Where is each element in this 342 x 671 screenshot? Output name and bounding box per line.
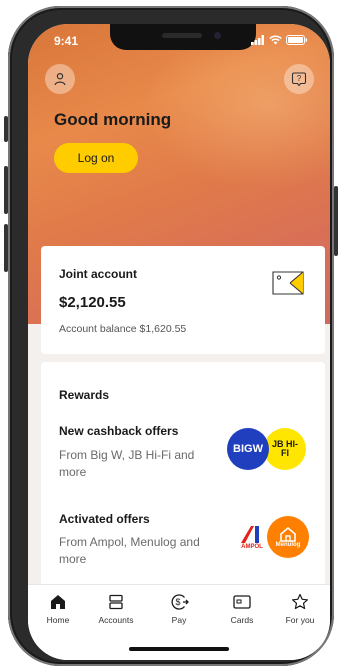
person-icon (54, 72, 66, 86)
wifi-icon (269, 35, 282, 45)
profile-button[interactable] (45, 64, 75, 94)
volume-down-button (4, 224, 8, 272)
tab-label: Pay (171, 615, 187, 625)
joint-account-card[interactable]: Joint account $2,120.55 Account balance … (41, 246, 325, 354)
power-button (334, 186, 338, 256)
offer-subtitle: From Ampol, Menulog and more (59, 535, 200, 566)
ampol-mark-icon (241, 526, 259, 543)
speaker (162, 33, 202, 38)
log-on-button[interactable]: Log on (54, 143, 138, 173)
cards-icon (233, 595, 251, 609)
tab-accounts[interactable]: Accounts (86, 593, 146, 625)
phone-frame: 9:41 ? Good morning Log on Joint account… (4, 6, 338, 666)
home-indicator[interactable] (129, 647, 229, 651)
menulog-house-icon (280, 526, 296, 542)
tab-cards[interactable]: Cards (212, 593, 272, 625)
notch (110, 24, 256, 50)
signal-icon (251, 35, 264, 45)
offer-subtitle: From Big W, JB Hi-Fi and more (59, 448, 195, 479)
account-balance: Account balance $1,620.55 (59, 323, 187, 335)
tab-label: Home (46, 615, 70, 625)
silent-switch (4, 116, 8, 142)
rewards-card: Rewards New cashback offers From Big W, … (41, 362, 325, 622)
rewards-title: Rewards (59, 388, 110, 402)
offer-title: Activated offers (59, 512, 150, 526)
phone-screen: 9:41 ? Good morning Log on Joint account… (28, 24, 330, 660)
menulog-logo: Menulog (267, 516, 309, 558)
account-tag-icon (272, 271, 304, 295)
home-icon (51, 595, 65, 609)
star-icon (292, 593, 308, 610)
account-name: Joint account (59, 267, 138, 281)
accounts-icon (109, 594, 123, 610)
status-icons (251, 35, 308, 45)
svg-text:?: ? (297, 74, 302, 83)
help-icon: ? (291, 72, 307, 87)
tab-label: Accounts (98, 615, 134, 625)
battery-icon (286, 35, 308, 45)
tab-label: For you (285, 615, 315, 625)
status-time: 9:41 (54, 34, 79, 48)
volume-up-button (4, 166, 8, 214)
pay-icon: $ (171, 594, 189, 610)
svg-text:$: $ (175, 597, 180, 607)
camera (214, 32, 221, 39)
tab-pay[interactable]: $ Pay (149, 593, 209, 625)
bigw-logo: BIGW (227, 428, 269, 470)
offer-title: New cashback offers (59, 424, 179, 438)
greeting-heading: Good morning (54, 110, 172, 129)
account-amount: $2,120.55 (59, 294, 126, 311)
help-button[interactable]: ? (284, 64, 314, 94)
tab-label: Cards (230, 615, 254, 625)
tab-for-you[interactable]: For you (270, 593, 330, 625)
tab-home[interactable]: Home (28, 593, 88, 625)
jb-hifi-logo: JB HI-FI (264, 428, 306, 470)
